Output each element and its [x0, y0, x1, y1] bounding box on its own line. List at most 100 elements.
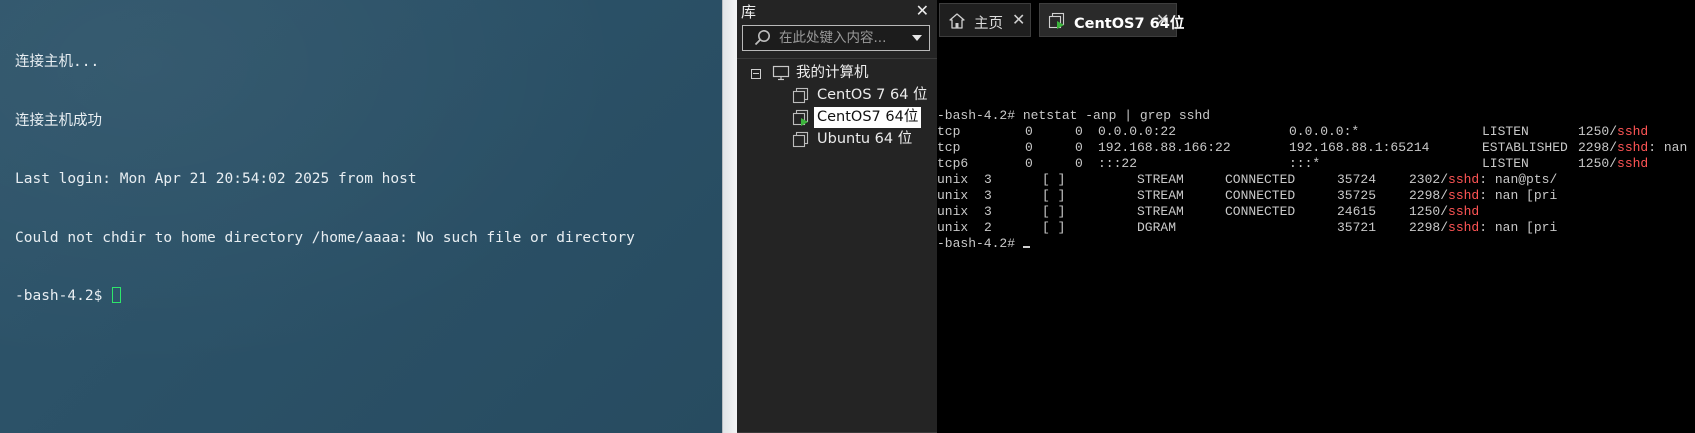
close-tab-home-button[interactable]: ✕ [1012, 10, 1025, 29]
vm-window: 主页 ✕ CentOS7 64位 ✕ -bash-4.2# netstat -a… [937, 0, 1695, 433]
pid-program-cell: 2298/sshd: nan [pri [1409, 220, 1557, 236]
vm-icon [792, 131, 809, 148]
recv-cell: 0 [1025, 124, 1033, 139]
dropdown-arrow-icon[interactable] [910, 31, 924, 45]
console-prompt: -bash-4.2# [937, 236, 1023, 251]
state-cell: CONNECTED [1225, 204, 1296, 219]
console-command-line: -bash-4.2# netstat -anp | grep sshd [937, 108, 1211, 123]
close-tab-centos7-button[interactable]: ✕ [1156, 10, 1169, 29]
flags-cell: [ ] [1042, 172, 1066, 187]
program-rest: : nan [pri [1479, 188, 1558, 203]
terminal-prompt-line[interactable]: -bash-4.2$ [15, 287, 635, 307]
vm-console[interactable]: -bash-4.2# netstat -anp | grep sshd tcp … [937, 100, 1695, 433]
type-cell: STREAM [1137, 172, 1184, 187]
computer-icon [772, 65, 790, 81]
state-cell: CONNECTED [1225, 188, 1296, 203]
tree-item-ubuntu-64[interactable]: Ubuntu 64 位 [737, 129, 937, 150]
state-cell: LISTEN [1482, 124, 1529, 139]
inode-cell: 35721 [1337, 220, 1377, 235]
program-rest: : nan@pts/ [1479, 172, 1558, 187]
state-cell: ESTABLISHED [1482, 140, 1568, 155]
pid: 2302/ [1409, 172, 1449, 187]
pid: 2298/ [1409, 220, 1449, 235]
foreign-address-cell: 0.0.0.0:* [1289, 124, 1360, 139]
vm-icon [792, 87, 809, 104]
foreign-address-cell: :::* [1289, 156, 1321, 171]
text-cursor [112, 287, 122, 303]
pid-program-cell: 1250/sshd [1578, 156, 1648, 172]
terminal-line: 连接主机成功 [15, 112, 102, 129]
program-highlight: sshd [1448, 172, 1480, 187]
window-divider[interactable] [722, 0, 737, 433]
library-panel: 库 ✕ 我的计算机 CentOS 7 64 位 [737, 0, 937, 433]
tree-item-centos7-64-selected[interactable]: CentOS7 64位 [737, 107, 937, 128]
foreign-address-cell: 192.168.88.1:65214 [1289, 140, 1430, 155]
divider [737, 58, 937, 59]
send-cell: 0 [1075, 156, 1083, 171]
proto-cell: unix [937, 172, 969, 187]
proto-cell: unix [937, 188, 969, 203]
pid: 2298/ [1578, 140, 1618, 155]
pid: 1250/ [1578, 124, 1618, 139]
tree-root-my-computer[interactable]: 我的计算机 [737, 63, 937, 84]
refcnt-cell: 3 [984, 188, 992, 203]
tree-root-label: 我的计算机 [796, 65, 869, 81]
terminal-line: Could not chdir to home directory /home/… [15, 229, 635, 246]
library-title: 库 [741, 3, 757, 21]
send-cell: 0 [1075, 124, 1083, 139]
pid-program-cell: 1250/sshd [1409, 204, 1479, 220]
send-cell: 0 [1075, 140, 1083, 155]
pid-program-cell: 2302/sshd: nan@pts/ [1409, 172, 1557, 188]
state-cell: LISTEN [1482, 156, 1529, 171]
terminal-prompt: -bash-4.2$ [15, 288, 112, 304]
proto-cell: tcp [937, 140, 961, 155]
type-cell: STREAM [1137, 204, 1184, 219]
inode-cell: 24615 [1337, 204, 1377, 219]
program-rest: : nan [1648, 140, 1688, 155]
local-address-cell: 192.168.88.166:22 [1098, 140, 1231, 155]
recv-cell: 0 [1025, 140, 1033, 155]
tree-item-label: CentOS7 64位 [814, 107, 922, 128]
program-highlight: sshd [1617, 156, 1649, 171]
terminal-output: 连接主机... 连接主机成功 Last login: Mon Apr 21 20… [15, 14, 635, 346]
tab-centos7-64[interactable]: CentOS7 64位 ✕ [1039, 3, 1184, 37]
terminal-line: Last login: Mon Apr 21 20:54:02 2025 fro… [15, 171, 417, 187]
refcnt-cell: 2 [984, 220, 992, 235]
proto-cell: unix [937, 204, 969, 219]
program-rest: : nan [pri [1479, 220, 1558, 235]
pid-program-cell: 2298/sshd: nan [1578, 140, 1687, 156]
refcnt-cell: 3 [984, 204, 992, 219]
inode-cell: 35724 [1337, 172, 1377, 187]
inode-cell: 35725 [1337, 188, 1377, 203]
tree-item-label: CentOS 7 64 位 [817, 87, 928, 103]
ssh-terminal-window[interactable]: 连接主机... 连接主机成功 Last login: Mon Apr 21 20… [0, 0, 722, 433]
library-search-input[interactable] [779, 28, 907, 48]
program-highlight: sshd [1617, 124, 1649, 139]
close-library-button[interactable]: ✕ [916, 1, 929, 20]
program-highlight: sshd [1448, 220, 1480, 235]
flags-cell: [ ] [1042, 204, 1066, 219]
pid: 2298/ [1409, 188, 1449, 203]
tab-home[interactable]: 主页 ✕ [939, 3, 1031, 37]
collapse-toggle-icon[interactable] [751, 69, 761, 79]
tree-item-label: Ubuntu 64 位 [817, 131, 913, 147]
pid: 1250/ [1578, 156, 1618, 171]
type-cell: DGRAM [1137, 220, 1177, 235]
local-address-cell: 0.0.0.0:22 [1098, 124, 1177, 139]
refcnt-cell: 3 [984, 172, 992, 187]
local-address-cell: :::22 [1098, 156, 1138, 171]
pid-program-cell: 1250/sshd [1578, 124, 1648, 140]
proto-cell: tcp [937, 124, 961, 139]
vm-running-icon [1048, 12, 1065, 29]
vm-tab-bar: 主页 ✕ CentOS7 64位 ✕ [937, 0, 1695, 40]
program-highlight: sshd [1448, 204, 1480, 219]
library-search-box[interactable] [742, 25, 930, 51]
console-prompt-line[interactable]: -bash-4.2# [937, 236, 1030, 252]
tab-label: 主页 [974, 16, 1003, 32]
flags-cell: [ ] [1042, 220, 1066, 235]
state-cell: CONNECTED [1225, 172, 1296, 187]
program-highlight: sshd [1617, 140, 1649, 155]
home-icon [949, 13, 965, 29]
tree-item-centos-7-64[interactable]: CentOS 7 64 位 [737, 85, 937, 106]
type-cell: STREAM [1137, 188, 1184, 203]
